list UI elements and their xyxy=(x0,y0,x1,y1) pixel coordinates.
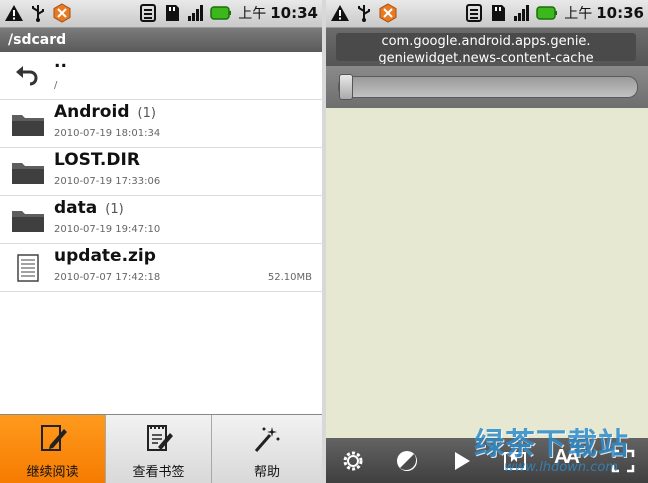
clock-time: 10:36 xyxy=(596,4,644,22)
fullscreen-icon[interactable] xyxy=(610,448,636,474)
item-count: (1) xyxy=(137,106,156,121)
folder-name: data xyxy=(54,198,98,218)
clock: 上午 10:34 xyxy=(238,3,318,23)
modified-date: 2010-07-07 17:42:18 xyxy=(54,272,161,283)
usb-icon xyxy=(32,5,44,22)
list-item-parent[interactable]: .. / xyxy=(0,52,322,100)
book-title-bar: com.google.android.apps.genie. geniewidg… xyxy=(326,28,648,66)
continue-reading-button[interactable]: 继续阅读 xyxy=(0,415,106,483)
reader-toolbar: AA xyxy=(326,438,648,483)
progress-slider-area xyxy=(326,66,648,108)
view-bookmarks-label: 查看书签 xyxy=(132,465,185,480)
usb-icon xyxy=(358,5,370,22)
warning-icon xyxy=(5,5,23,21)
warning-icon xyxy=(331,5,349,21)
folder-name: Android xyxy=(54,102,130,122)
list-item-folder[interactable]: LOST.DIR 2010-07-19 17:33:06 xyxy=(0,148,322,196)
file-icon xyxy=(17,254,39,282)
signal-strength-icon xyxy=(188,5,204,21)
signal-strength-icon xyxy=(514,5,530,21)
modified-date: 2010-07-19 19:47:10 xyxy=(54,224,161,235)
bookmark-list-icon xyxy=(146,425,173,451)
current-path: /sdcard xyxy=(0,28,322,52)
file-browser-screen: 上午 10:34 /sdcard .. / Android (1) 2010-07-… xyxy=(0,0,322,483)
continue-reading-label: 继续阅读 xyxy=(26,465,79,480)
sd-card-icon xyxy=(492,5,506,21)
edit-document-icon xyxy=(40,425,67,451)
folder-icon xyxy=(12,163,44,184)
file-size: 52.10MB xyxy=(267,272,312,283)
folder-icon xyxy=(12,211,44,232)
status-bar: 上午 10:36 xyxy=(326,0,648,28)
am-label: 上午 xyxy=(564,6,593,22)
font-size-button[interactable]: AA xyxy=(554,446,584,472)
bookmark-icon[interactable] xyxy=(502,448,528,474)
battery-icon xyxy=(536,6,558,20)
list-item-folder[interactable]: Android (1) 2010-07-19 18:01:34 xyxy=(0,100,322,148)
file-name: LOST.DIR xyxy=(54,150,140,170)
modified-date: 2010-07-19 18:01:34 xyxy=(54,128,161,139)
battery-icon xyxy=(210,6,232,20)
file-name: update.zip xyxy=(54,246,156,266)
app-notification-icon xyxy=(53,3,71,23)
file-subtitle: / xyxy=(54,80,58,91)
view-bookmarks-button[interactable]: 查看书签 xyxy=(106,415,212,483)
back-arrow-icon xyxy=(16,66,38,86)
item-count: (1) xyxy=(105,202,124,217)
settings-icon[interactable] xyxy=(340,448,366,474)
help-button[interactable]: 帮助 xyxy=(212,415,322,483)
clock: 上午 10:36 xyxy=(564,3,644,23)
progress-slider[interactable] xyxy=(338,74,638,100)
modified-date: 2010-07-19 17:33:06 xyxy=(54,176,161,187)
am-label: 上午 xyxy=(238,6,267,22)
book-title-line-1: com.google.android.apps.genie. xyxy=(381,34,591,49)
file-name: Android (1) xyxy=(54,102,156,122)
file-list: .. / Android (1) 2010-07-19 18:01:34 LOST… xyxy=(0,52,322,292)
contrast-icon[interactable] xyxy=(394,448,420,474)
data-sync-icon xyxy=(466,4,483,22)
list-item-folder[interactable]: data (1) 2010-07-19 19:47:10 xyxy=(0,196,322,244)
play-icon[interactable] xyxy=(448,448,474,474)
list-item-file[interactable]: update.zip 2010-07-07 17:42:18 52.10MB xyxy=(0,244,322,292)
reader-screen: 上午 10:36 com.google.android.apps.genie. g… xyxy=(326,0,648,483)
clock-time: 10:34 xyxy=(270,4,318,22)
slider-thumb[interactable] xyxy=(339,74,353,100)
magic-wand-icon xyxy=(254,427,280,452)
data-sync-icon xyxy=(140,4,157,22)
app-notification-icon xyxy=(379,3,397,23)
book-title-line-2: geniewidget.news-content-cache xyxy=(378,51,594,64)
status-bar: 上午 10:34 xyxy=(0,0,322,28)
reading-pane[interactable] xyxy=(326,108,648,438)
file-name: .. xyxy=(54,52,67,72)
file-name: data (1) xyxy=(54,198,124,218)
bottom-menu: 继续阅读 查看书签 帮助 xyxy=(0,414,322,483)
sd-card-icon xyxy=(166,5,180,21)
help-label: 帮助 xyxy=(253,465,280,480)
folder-icon xyxy=(12,115,44,136)
